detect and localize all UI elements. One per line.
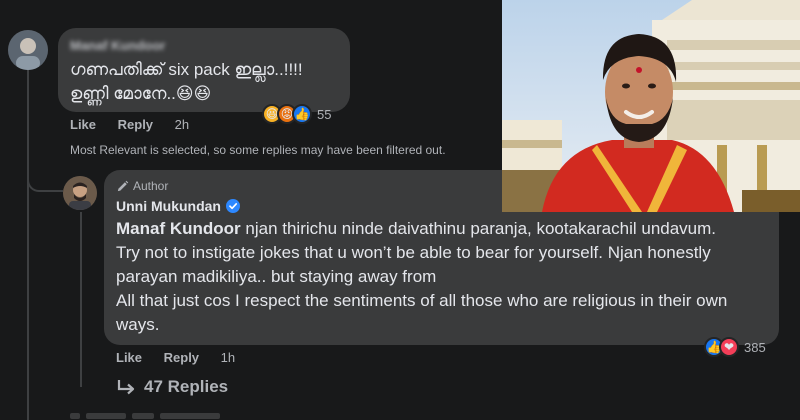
comment-actions: Like Reply 2h: [70, 117, 207, 132]
reply-like-button[interactable]: Like: [116, 350, 142, 365]
reply-text-line-3: parayan madikiliya.. but staying away fr…: [116, 267, 437, 286]
reply-arrow-icon: [117, 380, 135, 395]
reply-text-line-1-rest: njan thirichu ninde daivathinu paranja, …: [240, 219, 717, 238]
view-replies-link[interactable]: 47 Replies: [116, 377, 228, 397]
comment-author-name[interactable]: Manaf Kundoor: [70, 38, 165, 53]
view-replies-label[interactable]: 47 Replies: [144, 377, 228, 397]
temple-portrait-photo: [502, 0, 800, 212]
verified-badge-icon: [226, 199, 240, 213]
author-badge: Author: [116, 179, 168, 193]
author-avatar[interactable]: [63, 176, 97, 210]
thread-line-author: [80, 212, 82, 387]
reply-reaction-count: 385: [744, 339, 766, 355]
reply-text-line-4: All that just cos I respect the sentimen…: [116, 291, 728, 310]
like-reaction-icon: 👍: [292, 104, 312, 124]
thread-line-reply-connector: [27, 170, 63, 192]
pencil-icon: [117, 180, 129, 191]
comment-text-line-1: ഗണപതിക്ക് six pack ഇല്ലാ..!!!!: [70, 60, 303, 79]
comment-reactions[interactable]: 😆 😡 👍 55: [262, 104, 331, 124]
reply-text-line-5: ways.: [116, 315, 160, 334]
reply-timestamp[interactable]: 1h: [221, 350, 235, 365]
author-avatar-image: [63, 176, 97, 210]
reply-reply-button[interactable]: Reply: [164, 350, 199, 365]
commenter-avatar[interactable]: [8, 30, 48, 70]
reply-text-line-1: Manaf Kundoor njan thirichu ninde daivat…: [116, 217, 716, 241]
reply-author-name[interactable]: Unni Mukundan: [116, 198, 221, 214]
reply-text-line-2: Try not to instigate jokes that u won’t …: [116, 243, 711, 262]
comment-bubble: Manaf Kundoor ഗണപതിക്ക് six pack ഇല്ലാ..…: [58, 28, 350, 112]
love-reaction-icon: ❤: [719, 337, 739, 357]
comment-text-line-2: ഉണ്ണി മോനേ..😆😆: [70, 84, 212, 103]
mention-link[interactable]: Manaf Kundoor: [116, 219, 241, 238]
inset-photo: [502, 0, 800, 212]
next-comment-hint: [70, 411, 270, 420]
filter-notice: Most Relevant is selected, so some repli…: [70, 143, 446, 157]
author-badge-label: Author: [133, 179, 169, 193]
comment-like-button[interactable]: Like: [70, 117, 96, 132]
comment-reaction-count: 55: [317, 106, 332, 122]
avatar-image: [8, 30, 48, 70]
reply-actions: Like Reply 1h: [116, 350, 253, 365]
reply-author-row: Unni Mukundan: [116, 198, 240, 214]
thread-line-main: [27, 70, 29, 420]
comment-reply-button[interactable]: Reply: [118, 117, 153, 132]
reply-reactions[interactable]: 👍 ❤ 385: [704, 337, 766, 357]
comment-timestamp[interactable]: 2h: [175, 117, 189, 132]
